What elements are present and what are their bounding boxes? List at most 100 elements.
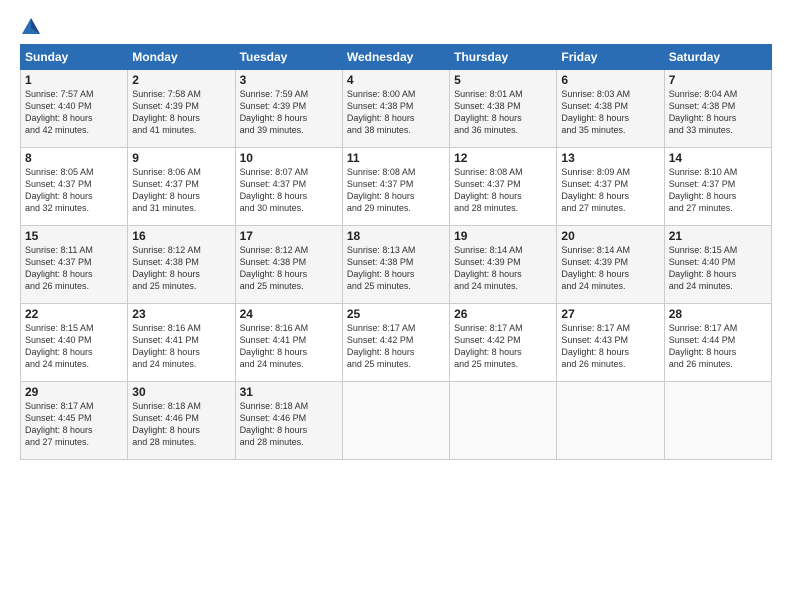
calendar-cell: 15Sunrise: 8:11 AM Sunset: 4:37 PM Dayli… — [21, 226, 128, 304]
weekday-header-wednesday: Wednesday — [342, 45, 449, 70]
day-info: Sunrise: 7:59 AM Sunset: 4:39 PM Dayligh… — [240, 88, 338, 137]
day-number: 28 — [669, 307, 767, 321]
calendar-cell: 10Sunrise: 8:07 AM Sunset: 4:37 PM Dayli… — [235, 148, 342, 226]
day-number: 15 — [25, 229, 123, 243]
day-number: 21 — [669, 229, 767, 243]
day-info: Sunrise: 8:16 AM Sunset: 4:41 PM Dayligh… — [240, 322, 338, 371]
day-number: 22 — [25, 307, 123, 321]
day-number: 11 — [347, 151, 445, 165]
day-info: Sunrise: 8:07 AM Sunset: 4:37 PM Dayligh… — [240, 166, 338, 215]
day-number: 12 — [454, 151, 552, 165]
day-info: Sunrise: 8:17 AM Sunset: 4:42 PM Dayligh… — [454, 322, 552, 371]
calendar-cell: 16Sunrise: 8:12 AM Sunset: 4:38 PM Dayli… — [128, 226, 235, 304]
calendar-cell: 27Sunrise: 8:17 AM Sunset: 4:43 PM Dayli… — [557, 304, 664, 382]
calendar-cell: 2Sunrise: 7:58 AM Sunset: 4:39 PM Daylig… — [128, 70, 235, 148]
calendar-cell: 11Sunrise: 8:08 AM Sunset: 4:37 PM Dayli… — [342, 148, 449, 226]
calendar-cell: 17Sunrise: 8:12 AM Sunset: 4:38 PM Dayli… — [235, 226, 342, 304]
calendar-table: SundayMondayTuesdayWednesdayThursdayFrid… — [20, 44, 772, 460]
day-info: Sunrise: 8:00 AM Sunset: 4:38 PM Dayligh… — [347, 88, 445, 137]
day-info: Sunrise: 8:17 AM Sunset: 4:42 PM Dayligh… — [347, 322, 445, 371]
day-info: Sunrise: 8:18 AM Sunset: 4:46 PM Dayligh… — [240, 400, 338, 449]
weekday-header-saturday: Saturday — [664, 45, 771, 70]
day-info: Sunrise: 8:14 AM Sunset: 4:39 PM Dayligh… — [561, 244, 659, 293]
calendar-cell: 7Sunrise: 8:04 AM Sunset: 4:38 PM Daylig… — [664, 70, 771, 148]
calendar-cell — [557, 382, 664, 460]
day-info: Sunrise: 8:15 AM Sunset: 4:40 PM Dayligh… — [25, 322, 123, 371]
day-info: Sunrise: 8:10 AM Sunset: 4:37 PM Dayligh… — [669, 166, 767, 215]
weekday-header-tuesday: Tuesday — [235, 45, 342, 70]
day-info: Sunrise: 8:17 AM Sunset: 4:43 PM Dayligh… — [561, 322, 659, 371]
day-number: 23 — [132, 307, 230, 321]
calendar-cell: 29Sunrise: 8:17 AM Sunset: 4:45 PM Dayli… — [21, 382, 128, 460]
logo — [20, 16, 46, 38]
day-info: Sunrise: 8:18 AM Sunset: 4:46 PM Dayligh… — [132, 400, 230, 449]
calendar-cell: 31Sunrise: 8:18 AM Sunset: 4:46 PM Dayli… — [235, 382, 342, 460]
day-number: 17 — [240, 229, 338, 243]
day-info: Sunrise: 8:08 AM Sunset: 4:37 PM Dayligh… — [347, 166, 445, 215]
calendar-cell: 23Sunrise: 8:16 AM Sunset: 4:41 PM Dayli… — [128, 304, 235, 382]
calendar-cell: 25Sunrise: 8:17 AM Sunset: 4:42 PM Dayli… — [342, 304, 449, 382]
day-number: 6 — [561, 73, 659, 87]
day-number: 16 — [132, 229, 230, 243]
calendar-week-row: 8Sunrise: 8:05 AM Sunset: 4:37 PM Daylig… — [21, 148, 772, 226]
day-number: 20 — [561, 229, 659, 243]
calendar-week-row: 1Sunrise: 7:57 AM Sunset: 4:40 PM Daylig… — [21, 70, 772, 148]
day-info: Sunrise: 8:17 AM Sunset: 4:44 PM Dayligh… — [669, 322, 767, 371]
day-number: 30 — [132, 385, 230, 399]
calendar-cell: 20Sunrise: 8:14 AM Sunset: 4:39 PM Dayli… — [557, 226, 664, 304]
calendar-cell: 3Sunrise: 7:59 AM Sunset: 4:39 PM Daylig… — [235, 70, 342, 148]
calendar-cell: 13Sunrise: 8:09 AM Sunset: 4:37 PM Dayli… — [557, 148, 664, 226]
weekday-header-friday: Friday — [557, 45, 664, 70]
day-info: Sunrise: 8:17 AM Sunset: 4:45 PM Dayligh… — [25, 400, 123, 449]
calendar-cell: 28Sunrise: 8:17 AM Sunset: 4:44 PM Dayli… — [664, 304, 771, 382]
day-info: Sunrise: 8:09 AM Sunset: 4:37 PM Dayligh… — [561, 166, 659, 215]
calendar-week-row: 15Sunrise: 8:11 AM Sunset: 4:37 PM Dayli… — [21, 226, 772, 304]
day-number: 19 — [454, 229, 552, 243]
calendar-page: SundayMondayTuesdayWednesdayThursdayFrid… — [0, 0, 792, 612]
weekday-header-sunday: Sunday — [21, 45, 128, 70]
calendar-cell: 18Sunrise: 8:13 AM Sunset: 4:38 PM Dayli… — [342, 226, 449, 304]
calendar-cell: 5Sunrise: 8:01 AM Sunset: 4:38 PM Daylig… — [450, 70, 557, 148]
logo-icon — [20, 16, 42, 38]
day-info: Sunrise: 8:13 AM Sunset: 4:38 PM Dayligh… — [347, 244, 445, 293]
day-number: 7 — [669, 73, 767, 87]
day-number: 26 — [454, 307, 552, 321]
calendar-cell: 9Sunrise: 8:06 AM Sunset: 4:37 PM Daylig… — [128, 148, 235, 226]
day-info: Sunrise: 8:06 AM Sunset: 4:37 PM Dayligh… — [132, 166, 230, 215]
calendar-cell: 1Sunrise: 7:57 AM Sunset: 4:40 PM Daylig… — [21, 70, 128, 148]
day-info: Sunrise: 8:12 AM Sunset: 4:38 PM Dayligh… — [132, 244, 230, 293]
day-number: 8 — [25, 151, 123, 165]
calendar-cell: 8Sunrise: 8:05 AM Sunset: 4:37 PM Daylig… — [21, 148, 128, 226]
calendar-cell: 26Sunrise: 8:17 AM Sunset: 4:42 PM Dayli… — [450, 304, 557, 382]
day-number: 27 — [561, 307, 659, 321]
weekday-header-monday: Monday — [128, 45, 235, 70]
calendar-cell: 14Sunrise: 8:10 AM Sunset: 4:37 PM Dayli… — [664, 148, 771, 226]
day-number: 18 — [347, 229, 445, 243]
day-info: Sunrise: 8:14 AM Sunset: 4:39 PM Dayligh… — [454, 244, 552, 293]
calendar-cell — [342, 382, 449, 460]
day-number: 14 — [669, 151, 767, 165]
day-info: Sunrise: 8:08 AM Sunset: 4:37 PM Dayligh… — [454, 166, 552, 215]
day-number: 10 — [240, 151, 338, 165]
day-info: Sunrise: 8:12 AM Sunset: 4:38 PM Dayligh… — [240, 244, 338, 293]
day-info: Sunrise: 8:01 AM Sunset: 4:38 PM Dayligh… — [454, 88, 552, 137]
day-number: 13 — [561, 151, 659, 165]
calendar-cell: 12Sunrise: 8:08 AM Sunset: 4:37 PM Dayli… — [450, 148, 557, 226]
day-number: 5 — [454, 73, 552, 87]
day-info: Sunrise: 8:05 AM Sunset: 4:37 PM Dayligh… — [25, 166, 123, 215]
day-info: Sunrise: 8:16 AM Sunset: 4:41 PM Dayligh… — [132, 322, 230, 371]
calendar-cell: 30Sunrise: 8:18 AM Sunset: 4:46 PM Dayli… — [128, 382, 235, 460]
day-number: 24 — [240, 307, 338, 321]
day-number: 31 — [240, 385, 338, 399]
day-number: 25 — [347, 307, 445, 321]
calendar-week-row: 29Sunrise: 8:17 AM Sunset: 4:45 PM Dayli… — [21, 382, 772, 460]
calendar-cell — [664, 382, 771, 460]
day-number: 4 — [347, 73, 445, 87]
weekday-header-thursday: Thursday — [450, 45, 557, 70]
calendar-cell: 6Sunrise: 8:03 AM Sunset: 4:38 PM Daylig… — [557, 70, 664, 148]
day-info: Sunrise: 8:15 AM Sunset: 4:40 PM Dayligh… — [669, 244, 767, 293]
calendar-week-row: 22Sunrise: 8:15 AM Sunset: 4:40 PM Dayli… — [21, 304, 772, 382]
day-info: Sunrise: 8:11 AM Sunset: 4:37 PM Dayligh… — [25, 244, 123, 293]
day-number: 2 — [132, 73, 230, 87]
calendar-cell: 24Sunrise: 8:16 AM Sunset: 4:41 PM Dayli… — [235, 304, 342, 382]
